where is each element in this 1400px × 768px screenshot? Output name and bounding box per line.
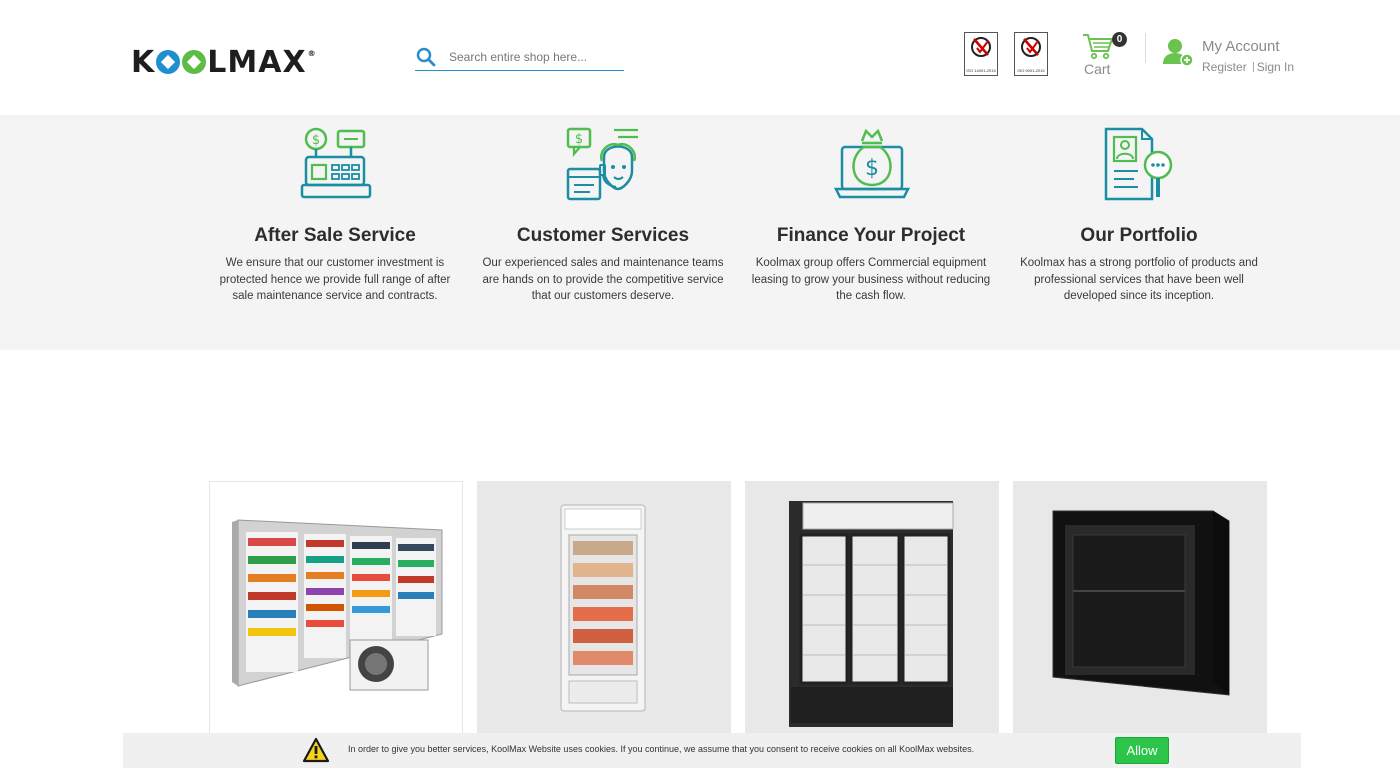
iso-cert-icon [1021, 37, 1041, 57]
svg-text:$: $ [865, 156, 879, 181]
service-description: We ensure that our customer investment i… [219, 257, 451, 302]
svg-text:$: $ [575, 132, 583, 147]
product-card[interactable] [745, 481, 999, 741]
support-agent-icon: $ [566, 127, 638, 201]
warning-icon [302, 737, 330, 763]
product-card[interactable] [477, 481, 731, 741]
header-divider [1145, 33, 1146, 63]
service-portfolio[interactable]: Our Portfolio Koolmax has a strong portf… [1014, 115, 1264, 350]
cookie-consent-bar: In order to give you better services, Ko… [123, 733, 1301, 768]
logo-letter-k: K [131, 44, 156, 80]
minibar-fridge-image [1052, 510, 1230, 696]
logo-o-green [182, 50, 207, 74]
account-links: Register Sign In [1202, 60, 1294, 74]
page: K LMAX ® ISO 14001-2015 [0, 0, 1400, 768]
service-title: Our Portfolio [1080, 225, 1198, 246]
iso-cert-icon [971, 37, 991, 57]
svg-text:$: $ [312, 133, 320, 148]
product-card[interactable] [209, 481, 463, 741]
logo-registered-mark: ® [307, 48, 317, 58]
multideck-chiller-image [232, 519, 443, 691]
cert-label: ISO 14001-2015 [966, 68, 996, 73]
cart-count-badge: 0 [1112, 32, 1127, 47]
my-account-link[interactable]: My Account [1202, 38, 1280, 55]
cert-label: ISO 9001-2015 [1017, 68, 1045, 73]
product-card[interactable] [1013, 481, 1267, 741]
koolmax-logo[interactable]: K LMAX ® [131, 44, 317, 80]
service-description: Our experienced sales and maintenance te… [482, 257, 724, 302]
iso-9001-certificate: ISO 9001-2015 [1014, 32, 1048, 76]
search-icon[interactable] [416, 47, 436, 67]
user-add-icon [1163, 39, 1194, 67]
search-bar [415, 44, 624, 71]
portfolio-search-icon [1104, 127, 1173, 201]
cart-icon [1083, 34, 1113, 60]
service-title: Customer Services [516, 225, 690, 246]
upright-freezer-image [560, 504, 646, 712]
cash-register-icon: $ [300, 127, 372, 199]
site-header: K LMAX ® ISO 14001-2015 [0, 0, 1400, 115]
three-door-cooler-image [789, 501, 954, 727]
cookie-message: In order to give you better services, Ko… [348, 744, 975, 754]
service-description: Koolmax group offers Commercial equipmen… [751, 257, 991, 302]
services-band: $ After Sale Service We ensure that our … [0, 115, 1400, 350]
logo-wordmark: K LMAX ® [131, 45, 317, 80]
service-after-sale[interactable]: $ After Sale Service We ensure that our … [210, 115, 460, 350]
service-title: After Sale Service [254, 225, 416, 246]
account-menu: My Account Register Sign In [1161, 34, 1301, 78]
register-link[interactable]: Register [1202, 60, 1247, 74]
service-title: Finance Your Project [776, 225, 966, 246]
allow-cookies-button[interactable]: Allow [1115, 737, 1169, 764]
iso-14001-certificate: ISO 14001-2015 [964, 32, 998, 76]
sign-in-link[interactable]: Sign In [1257, 60, 1294, 74]
logo-letters-lmax: LMAX [207, 44, 307, 80]
money-bag-laptop-icon: $ [834, 128, 910, 199]
link-separator [1252, 62, 1254, 72]
cart-label: Cart [1084, 61, 1111, 77]
logo-o-blue [156, 50, 181, 74]
search-input[interactable] [449, 50, 619, 64]
service-description: Koolmax has a strong portfolio of produc… [1020, 257, 1258, 302]
cart-link[interactable]: 0 Cart [1080, 30, 1128, 80]
service-customer[interactable]: $ Customer Services Our experienced sale… [478, 115, 728, 350]
service-finance[interactable]: $ Finance Your Project Koolmax group off… [746, 115, 996, 350]
